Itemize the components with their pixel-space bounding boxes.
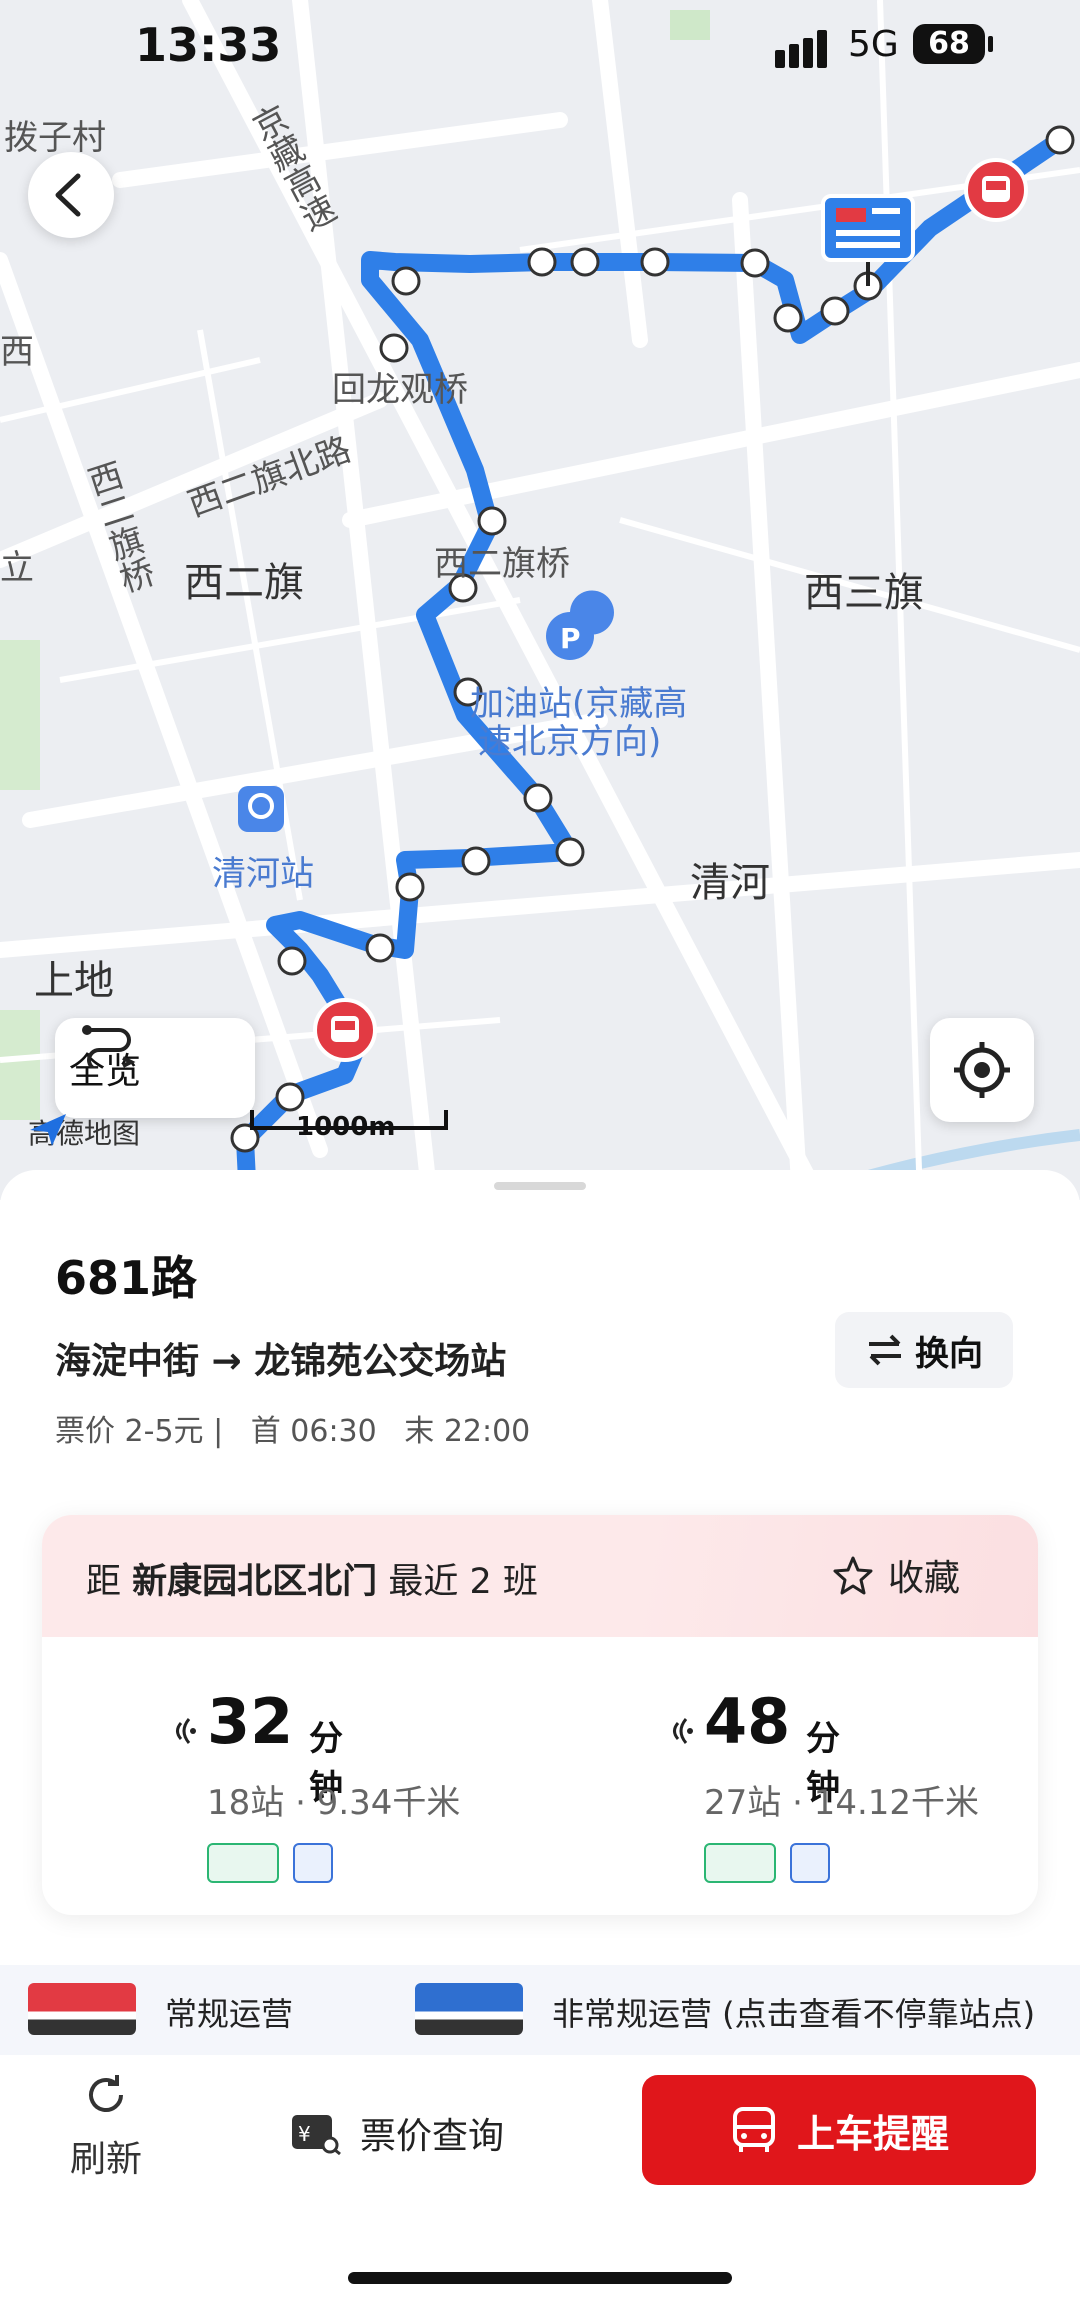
locate-icon: [954, 1042, 1010, 1098]
reverse-direction-button[interactable]: 换向: [835, 1312, 1013, 1388]
scale-label: 1000m: [296, 1112, 396, 1142]
arrival-stop-info: 距 新康园北区北门 最近 2 班: [86, 1553, 538, 1604]
network-type: 5G: [848, 24, 899, 65]
parking-icon: P: [546, 590, 614, 660]
map-label: 西二旗: [184, 560, 304, 606]
svg-text:¥: ¥: [298, 2122, 311, 2146]
boarding-reminder-button[interactable]: 上车提醒: [642, 2075, 1036, 2185]
chevron-left-icon: [55, 173, 81, 217]
amap-logo-icon: [30, 1114, 66, 1146]
svg-text:P: P: [560, 622, 581, 655]
arrival-prefix: 距: [86, 1562, 122, 1602]
arrival-card: 距 新康园北区北门 最近 2 班 收藏 32 分钟 18站 · 9.34千米 4…: [42, 1515, 1038, 1915]
status-time: 13:33: [135, 18, 282, 72]
fare-query-button[interactable]: ¥ 票价查询: [290, 2098, 504, 2168]
crowd-level-icon: [704, 1843, 776, 1883]
route-sheet: 681路 海淀中街 → 龙锦苑公交场站 票价 2-5元 | 首 06:30 末 …: [0, 1170, 1080, 2308]
map-label: 回龙观桥: [332, 370, 468, 410]
legend-regular: 常规运营: [165, 1995, 294, 2033]
favorite-label: 收藏: [888, 1558, 961, 1599]
map-label: 西二旗桥: [434, 544, 570, 584]
route-overview-icon: [82, 1025, 136, 1068]
map-label: 速北京方向): [478, 722, 662, 762]
map-label: 立: [0, 548, 34, 588]
favorite-button[interactable]: 收藏: [832, 1545, 960, 1605]
legend-irregular: 非常规运营 (点击查看不停靠站点): [552, 1995, 1036, 2033]
eta-detail: 27站 · 14.12千米: [704, 1783, 980, 1823]
wheelchair-icon: [790, 1843, 830, 1883]
battery-icon: 68: [913, 24, 985, 64]
map-logo: 高德地图: [28, 1112, 140, 1152]
route-terminals: 海淀中街 → 龙锦苑公交场站: [55, 1341, 507, 1382]
star-icon: [833, 1556, 873, 1595]
back-button[interactable]: [28, 152, 114, 238]
battery-cap: [988, 36, 993, 52]
last-bus-time: 末 22:00: [404, 1414, 531, 1449]
bus-marker-icon: [313, 998, 377, 1062]
refresh-button[interactable]: 刷新: [58, 2070, 154, 2190]
eta-minutes: 32: [207, 1685, 294, 1758]
locate-button[interactable]: [930, 1018, 1034, 1122]
refresh-icon: [89, 2075, 123, 2112]
reverse-label: 换向: [915, 1333, 983, 1374]
bus-marker-icon: [964, 158, 1028, 222]
current-stop-sign-icon: [821, 194, 915, 286]
route-name: 681路: [55, 1251, 198, 1305]
irregular-bus-icon: [415, 1983, 523, 2035]
arrival-suffix: 最近 2 班: [388, 1562, 538, 1602]
overview-button[interactable]: 全览: [55, 1018, 255, 1118]
fare-query-label: 票价查询: [360, 2116, 505, 2157]
regular-bus-icon: [28, 1983, 136, 2035]
eta-minutes: 48: [704, 1685, 791, 1758]
operation-legend[interactable]: 常规运营 非常规运营 (点击查看不停靠站点): [0, 1965, 1080, 2055]
map-label: 西: [0, 332, 34, 372]
arrival-card-header: 距 新康园北区北门 最近 2 班 收藏: [42, 1515, 1038, 1637]
status-bar: 13:33 5G 68: [0, 0, 1080, 100]
eta-detail: 18站 · 9.34千米: [207, 1783, 461, 1823]
refresh-label: 刷新: [69, 2139, 142, 2180]
realtime-signal-icon: [673, 1718, 693, 1744]
map-label: 西三旗: [804, 570, 924, 616]
realtime-signal-icon: [176, 1718, 196, 1744]
fare-range: 票价 2-5元 |: [55, 1414, 224, 1449]
wheelchair-icon: [293, 1843, 333, 1883]
swap-icon: [869, 1334, 901, 1366]
subway-station-icon: [238, 786, 284, 832]
crowd-level-icon: [207, 1843, 279, 1883]
boarding-reminder-label: 上车提醒: [796, 2111, 949, 2156]
map-label: 清河: [690, 860, 770, 906]
bus-icon: [732, 2107, 775, 2152]
map-label: 上地: [34, 958, 114, 1004]
map-view[interactable]: P 拨子村 京藏高速 回龙观桥 西二旗北路 西二旗桥 西二旗桥 西二旗 西三旗 …: [0, 0, 1080, 1200]
signal-icon: [775, 28, 831, 68]
route-meta: 票价 2-5元 | 首 06:30 末 22:00: [55, 1406, 548, 1450]
first-bus-time: 首 06:30: [250, 1414, 377, 1449]
arrival-stop-name: 新康园北区北门: [132, 1562, 378, 1602]
home-indicator[interactable]: [348, 2272, 732, 2284]
map-label: 清河站: [212, 854, 314, 894]
fare-ticket-icon: ¥: [292, 2115, 341, 2155]
sheet-drag-handle[interactable]: [494, 1182, 586, 1190]
